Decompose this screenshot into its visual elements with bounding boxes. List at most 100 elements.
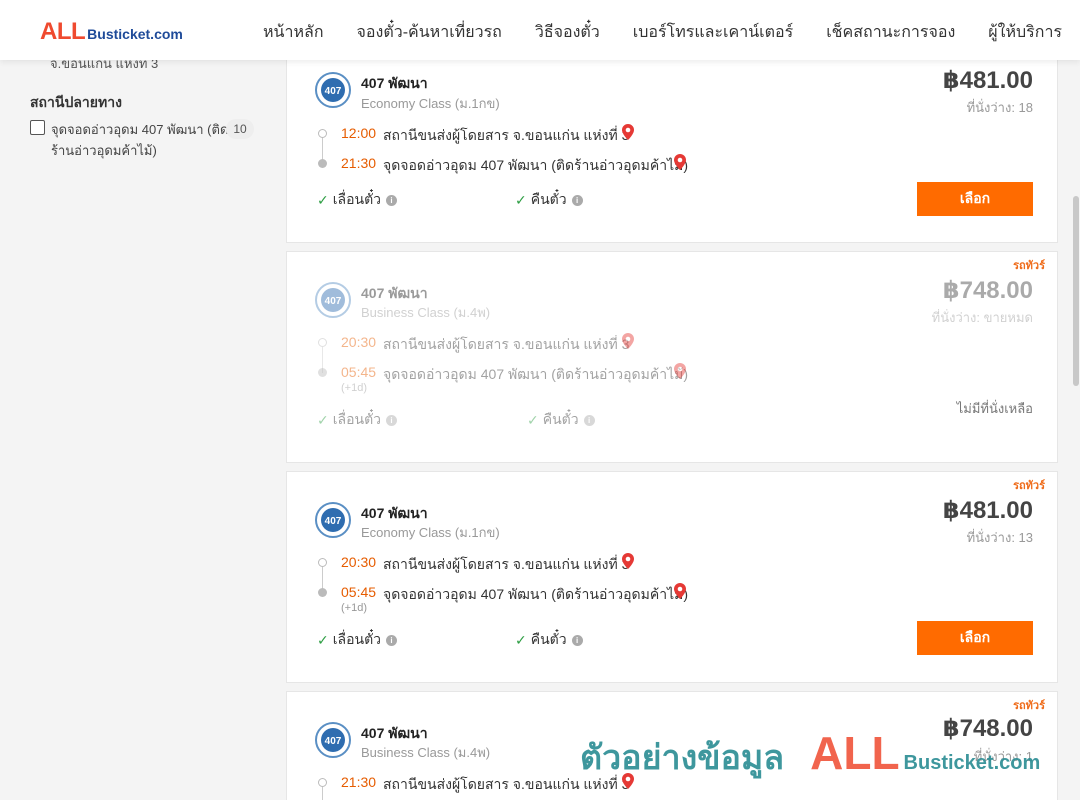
nav-home[interactable]: หน้าหลัก <box>263 20 324 45</box>
tour-bus-badge: รถทัวร์ <box>1013 700 1045 712</box>
reschedule-label: เลื่อนตั๋ว <box>332 191 382 207</box>
arrival-place: จุดจอดอ่าวอุดม 407 พัฒนา (ติดร้านอ่าวอุด… <box>383 157 689 173</box>
check-icon: ✓ <box>317 191 329 208</box>
map-pin-icon[interactable] <box>622 124 634 140</box>
info-icon[interactable]: i <box>583 414 595 426</box>
departure-dot <box>318 338 327 347</box>
nav-booking-search[interactable]: จองตั๋ว-ค้นหาเที่ยวรถ <box>357 20 502 45</box>
operator-name: 407 พัฒนา <box>361 75 428 91</box>
info-icon[interactable]: i <box>571 634 583 646</box>
refund-label: คืนตั๋ว <box>530 191 567 207</box>
top-header: ALL Busticket.com หน้าหลัก จองตั๋ว-ค้นหา… <box>0 0 1080 60</box>
reschedule-label: เลื่อนตั๋ว <box>332 631 382 647</box>
seats-available: ที่นั่งว่าง: 18 <box>966 100 1033 115</box>
arrival-dot <box>318 159 327 168</box>
operator-logo-icon: 407 <box>315 282 351 318</box>
trip-price: ฿481.00 <box>942 497 1033 524</box>
logo-busticket-text: Busticket.com <box>87 26 183 42</box>
map-pin-icon[interactable] <box>622 333 634 349</box>
info-icon[interactable]: i <box>571 194 583 206</box>
departure-dot <box>318 778 327 787</box>
trip-card: รถทัวร์ 407 407 พัฒนา Business Class (ม.… <box>286 251 1058 463</box>
check-icon: ✓ <box>317 631 329 648</box>
refund-option: ✓ คืนตั๋ว i <box>515 629 583 651</box>
departure-dot <box>318 558 327 567</box>
select-button[interactable]: เลือก <box>917 182 1033 216</box>
select-button[interactable]: เลือก <box>917 621 1033 655</box>
map-pin-icon[interactable] <box>622 553 634 569</box>
departure-time: 20:30 <box>341 554 377 570</box>
destination-filter-title: สถานีปลายทาง <box>30 94 122 110</box>
seats-available: ที่นั่งว่าง: 13 <box>966 530 1033 545</box>
trip-card: รถทัวร์ 407 407 พัฒนา Economy Class (ม.1… <box>286 471 1058 683</box>
check-icon: ✓ <box>515 631 527 648</box>
operator-logo-icon: 407 <box>315 502 351 538</box>
bus-class: Business Class (ม.4พ) <box>361 305 491 320</box>
arrival-time: 05:45 <box>341 584 377 600</box>
bus-class: Business Class (ม.4พ) <box>361 745 491 760</box>
map-pin-icon[interactable] <box>674 154 686 170</box>
svg-text:407: 407 <box>325 516 342 527</box>
main-nav: หน้าหลัก จองตั๋ว-ค้นหาเที่ยวรถ วิธีจองตั… <box>263 20 1080 45</box>
destination-filter-label[interactable]: จุดจอดอ่าวอุดม 407 พัฒนา (ติดร้านอ่าวอุด… <box>51 119 231 161</box>
watermark-logo-all: ALL <box>810 727 900 779</box>
nav-contact-counter[interactable]: เบอร์โทรและเคาน์เตอร์ <box>633 20 793 45</box>
refund-option: ✓ คืนตั๋ว i <box>527 409 595 431</box>
arrival-dot <box>318 588 327 597</box>
tour-bus-badge: รถทัวร์ <box>1013 480 1045 492</box>
page-scrollbar-thumb[interactable] <box>1073 196 1079 386</box>
nav-check-booking[interactable]: เช็คสถานะการจอง <box>826 20 955 45</box>
map-pin-icon[interactable] <box>674 583 686 599</box>
refund-label: คืนตั๋ว <box>542 411 579 427</box>
page-scrollbar-track[interactable] <box>1072 60 1080 800</box>
check-icon: ✓ <box>515 191 527 208</box>
destination-filter-count: 10 <box>226 119 254 139</box>
svg-text:407: 407 <box>325 86 342 97</box>
svg-text:407: 407 <box>325 296 342 307</box>
check-icon: ✓ <box>317 411 329 428</box>
reschedule-option: ✓ เลื่อนตั๋ว i <box>317 629 398 651</box>
reschedule-option: ✓ เลื่อนตั๋ว i <box>317 189 398 211</box>
check-icon: ✓ <box>527 411 539 428</box>
departure-dot <box>318 129 327 138</box>
arrival-time: 05:45 <box>341 364 377 380</box>
operator-logo-icon: 407 <box>315 722 351 758</box>
svg-text:407: 407 <box>325 736 342 747</box>
refund-label: คืนตั๋ว <box>530 631 567 647</box>
info-icon[interactable]: i <box>386 414 398 426</box>
info-icon[interactable]: i <box>386 194 398 206</box>
trip-price: ฿748.00 <box>942 277 1033 304</box>
arrival-time: 21:30 <box>341 155 377 171</box>
next-day-indicator: (+1d) <box>341 602 367 614</box>
trip-card: 407 407 พัฒนา Economy Class (ม.1กข) ฿481… <box>286 55 1058 243</box>
next-day-indicator: (+1d) <box>341 382 367 394</box>
departure-time: 20:30 <box>341 334 377 350</box>
watermark-text: ตัวอย่างข้อมูล <box>580 739 785 777</box>
map-pin-icon[interactable] <box>674 363 686 379</box>
refund-option: ✓ คืนตั๋ว i <box>515 189 583 211</box>
trip-price: ฿481.00 <box>942 67 1033 94</box>
logo-all-text: ALL <box>40 18 86 45</box>
reschedule-label: เลื่อนตั๋ว <box>332 411 382 427</box>
arrival-place: จุดจอดอ่าวอุดม 407 พัฒนา (ติดร้านอ่าวอุด… <box>383 366 689 382</box>
tour-bus-badge: รถทัวร์ <box>1013 260 1045 272</box>
info-icon[interactable]: i <box>386 634 398 646</box>
arrival-place: จุดจอดอ่าวอุดม 407 พัฒนา (ติดร้านอ่าวอุด… <box>383 586 689 602</box>
watermark-logo-busticket: Busticket.com <box>903 752 1041 774</box>
nav-how-to-book[interactable]: วิธีจองตั๋ว <box>535 20 600 45</box>
bus-class: Economy Class (ม.1กข) <box>361 525 500 540</box>
departure-place: สถานีขนส่งผู้โดยสาร จ.ขอนแก่น แห่งที่ 3 <box>383 127 630 143</box>
departure-place: สถานีขนส่งผู้โดยสาร จ.ขอนแก่น แห่งที่ 3 <box>383 336 630 352</box>
operator-logo-icon: 407 <box>315 72 351 108</box>
reschedule-option: ✓ เลื่อนตั๋ว i <box>317 409 398 431</box>
no-seats-text: ไม่มีที่นั่งเหลือ <box>956 401 1033 416</box>
nav-operators[interactable]: ผู้ให้บริการ <box>988 20 1062 45</box>
timeline-line <box>322 787 323 800</box>
sample-data-watermark: ตัวอย่างข้อมูล ALL Busticket.com <box>580 726 1040 784</box>
site-logo[interactable]: ALL Busticket.com <box>40 18 183 46</box>
departure-place: สถานีขนส่งผู้โดยสาร จ.ขอนแก่น แห่งที่ 3 <box>383 556 630 572</box>
seats-available: ที่นั่งว่าง: ขายหมด <box>931 310 1033 325</box>
bus-class: Economy Class (ม.1กข) <box>361 96 500 111</box>
destination-filter-checkbox[interactable] <box>30 120 45 135</box>
departure-time: 12:00 <box>341 125 377 141</box>
